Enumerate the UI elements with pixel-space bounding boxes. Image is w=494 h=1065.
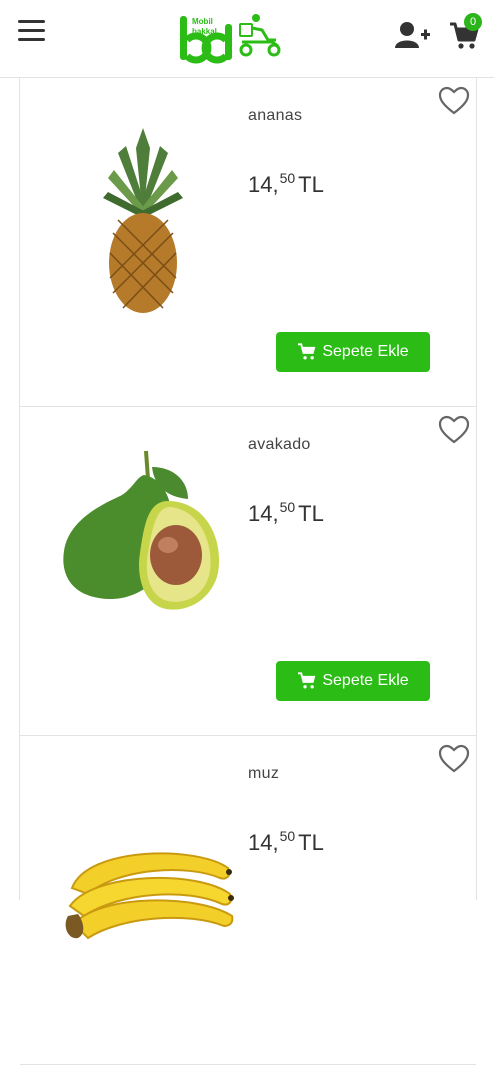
product-price: 14,50 TL [248,828,324,856]
heart-icon[interactable] [438,744,470,774]
product-price: 14,50 TL [248,499,324,527]
menu-icon-bar [18,38,45,41]
mobil-bakkal-logo[interactable]: Mobil bakkal [178,10,284,66]
svg-text:Mobil: Mobil [192,17,213,26]
cart-count-badge: 0 [464,13,482,31]
menu-icon-bar [18,29,45,32]
add-to-cart-button[interactable]: Sepete Ekle [276,332,430,372]
price-main: 14, [248,830,279,855]
price-cents: 50 [279,828,296,844]
add-to-cart-label: Sepete Ekle [322,672,409,689]
menu-button[interactable] [18,20,46,44]
svg-text:bakkal: bakkal [192,27,217,36]
add-to-cart-button[interactable]: Sepete Ekle [276,661,430,701]
product-card: muz 14,50 TL [20,736,476,1065]
product-name[interactable]: ananas [248,107,302,125]
app-header: Mobil bakkal 0 [0,0,494,78]
price-currency: TL [298,501,324,526]
price-currency: TL [298,172,324,197]
heart-icon[interactable] [438,86,470,116]
add-to-cart-label: Sepete Ekle [322,343,409,360]
product-list: ananas 14,50 TL Sepete Ekle avakado 14,5… [19,78,477,1065]
product-name[interactable]: avakado [248,436,311,454]
menu-icon-bar [18,20,45,23]
price-currency: TL [298,830,324,855]
price-cents: 50 [279,170,296,186]
cart-icon [298,343,316,360]
pineapple-image [103,128,183,313]
price-main: 14, [248,501,279,526]
heart-icon[interactable] [438,415,470,445]
banana-image [65,852,234,940]
price-main: 14, [248,172,279,197]
avocado-image [63,450,220,610]
add-user-icon[interactable] [395,20,431,52]
product-price: 14,50 TL [248,170,324,198]
price-cents: 50 [279,499,296,515]
product-card: avakado 14,50 TL Sepete Ekle [20,407,476,736]
cart-button[interactable]: 0 [449,12,489,52]
product-card: ananas 14,50 TL Sepete Ekle [20,78,476,407]
product-name[interactable]: muz [248,765,279,783]
cart-icon [298,672,316,689]
